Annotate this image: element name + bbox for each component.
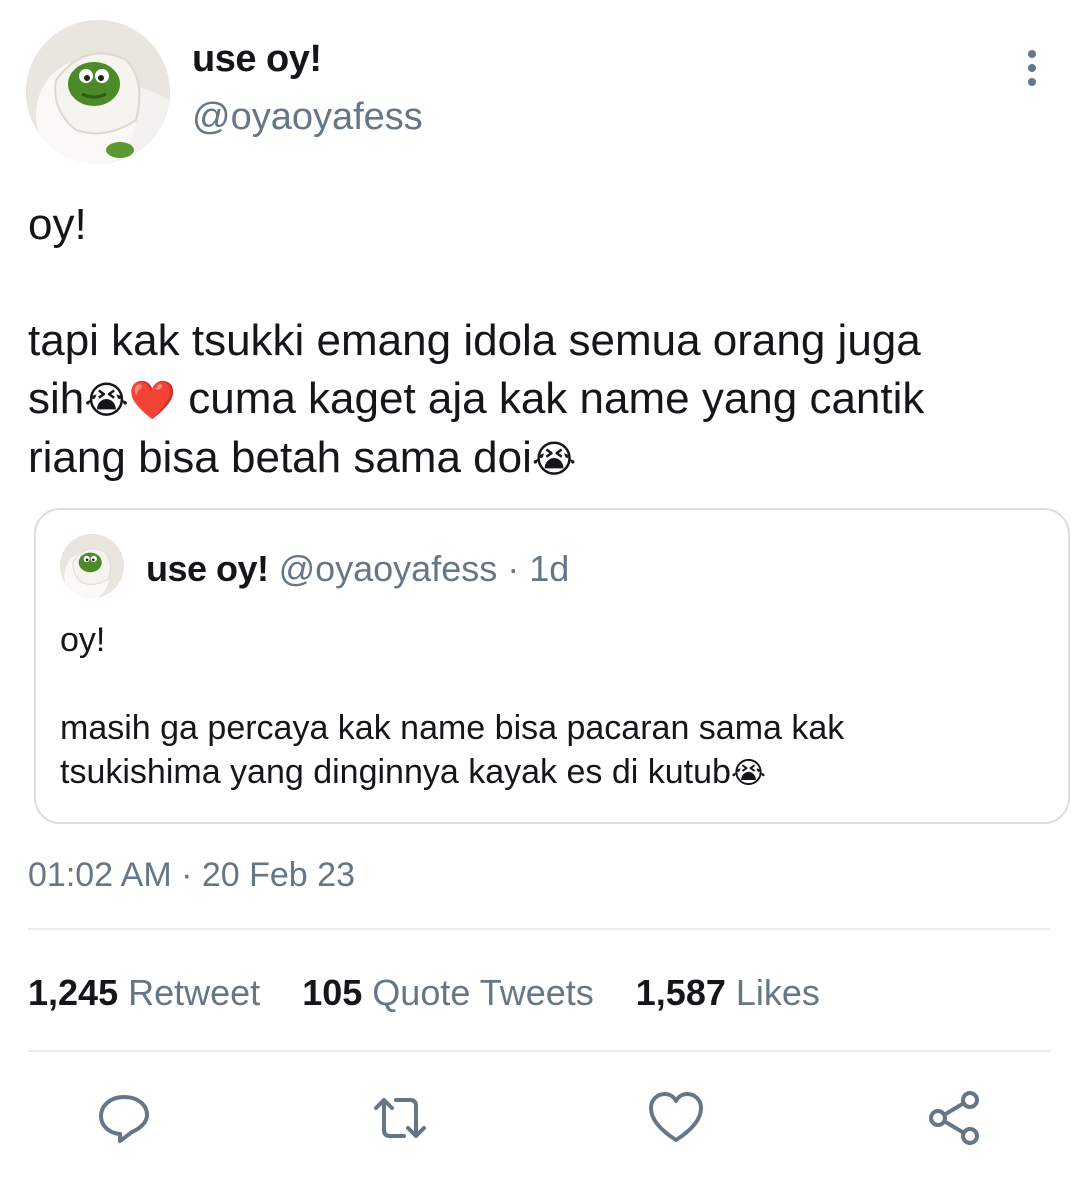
quoted-author-name: use oy! — [146, 548, 269, 589]
divider — [28, 1050, 1050, 1052]
action-bar — [0, 1088, 1079, 1148]
divider — [28, 928, 1050, 930]
author-name[interactable]: use oy! — [192, 38, 322, 81]
quoted-tweet-line: tsukishima yang dinginnya kayak es di ku… — [60, 750, 1050, 796]
tweet-line: riang bisa betah sama doi😭 — [28, 429, 1058, 488]
engagement-stats: 1,245 Retweet 105 Quote Tweets 1,587 Lik… — [28, 972, 852, 1014]
crying-emoji: 😭 — [84, 378, 129, 422]
likes-stat[interactable]: 1,587 Likes — [636, 972, 820, 1014]
quotes-stat[interactable]: 105 Quote Tweets — [302, 972, 594, 1014]
retweet-icon[interactable] — [370, 1088, 430, 1148]
quoted-tweet-time: 1d — [529, 548, 570, 589]
heart-icon[interactable] — [646, 1088, 706, 1148]
reply-icon[interactable] — [94, 1088, 154, 1148]
separator-dot: · — [507, 548, 520, 589]
quotes-label: Quote Tweets — [372, 972, 594, 1013]
quoted-text-fragment: tsukishima yang dinginnya kayak es di ku… — [60, 753, 731, 791]
tweet-line: oy! — [28, 200, 87, 249]
retweets-stat[interactable]: 1,245 Retweet — [28, 972, 260, 1014]
author-avatar[interactable] — [26, 20, 170, 164]
crying-emoji: 😭 — [730, 756, 766, 791]
quoted-author-handle: @oyaoyafess — [278, 548, 498, 589]
quoted-tweet[interactable]: use oy! @oyaoyafess · 1d oy! masih ga pe… — [34, 508, 1070, 824]
tweet-timestamp[interactable]: 01:02 AM · 20 Feb 23 — [28, 856, 355, 895]
tweet-text-fragment: sih — [28, 374, 85, 423]
quotes-count: 105 — [302, 972, 363, 1013]
author-handle[interactable]: @oyaoyafess — [192, 96, 423, 139]
quoted-tweet-body: oy! masih ga percaya kak name bisa pacar… — [60, 618, 1050, 796]
quoted-tweet-header: use oy! @oyaoyafess · 1d — [146, 548, 569, 590]
retweets-label: Retweet — [128, 972, 261, 1013]
tweet-text-fragment: cuma kaget aja kak name yang cantik — [188, 374, 925, 423]
retweets-count: 1,245 — [28, 972, 119, 1013]
tweet-line: tapi kak tsukki emang idola semua orang … — [28, 316, 921, 365]
likes-count: 1,587 — [635, 972, 726, 1013]
quoted-author-avatar — [60, 534, 124, 598]
tweet-text-fragment: riang bisa betah sama doi — [28, 433, 532, 482]
tweet-header: use oy! @oyaoyafess — [26, 20, 1056, 170]
quoted-tweet-line: oy! — [60, 621, 106, 659]
tweet-line: sih😭❤️ cuma kaget aja kak name yang cant… — [28, 370, 1058, 429]
likes-label: Likes — [735, 972, 820, 1013]
tweet-body: oy! tapi kak tsukki emang idola semua or… — [28, 196, 1058, 488]
quoted-tweet-line: masih ga percaya kak name bisa pacaran s… — [60, 709, 845, 747]
heart-emoji: ❤️ — [128, 378, 176, 422]
more-vertical-icon[interactable] — [1022, 50, 1042, 90]
crying-emoji: 😭 — [531, 437, 577, 481]
share-icon[interactable] — [924, 1088, 984, 1148]
